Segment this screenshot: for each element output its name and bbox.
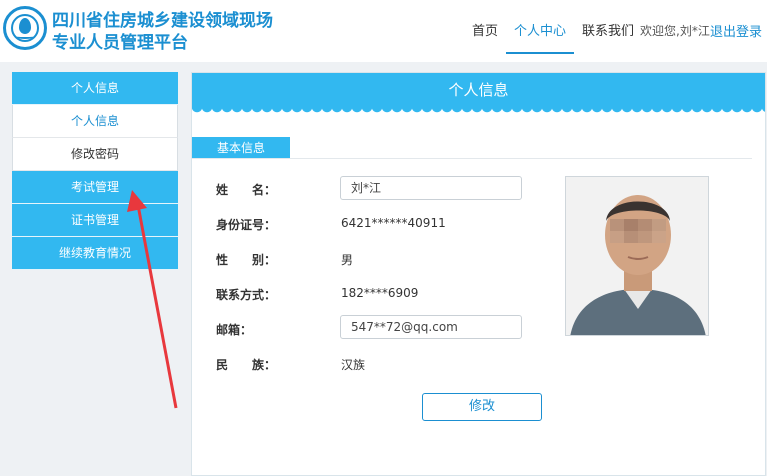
sidebar-item-personal-info[interactable]: 个人信息 — [12, 105, 178, 138]
name-label: 姓 名： — [216, 183, 277, 197]
site-title: 四川省住房城乡建设领域现场 专业人员管理平台 — [52, 10, 273, 54]
section-divider — [192, 158, 752, 159]
welcome-text: 欢迎您,刘*江 — [640, 24, 710, 38]
top-header: 四川省住房城乡建设领域现场 专业人员管理平台 首页 个人中心 联系我们 欢迎您,… — [0, 0, 767, 62]
name-field[interactable]: 刘*江 — [340, 176, 522, 200]
sidebar-group-personal-info[interactable]: 个人信息 — [12, 72, 178, 105]
phone-label: 联系方式： — [216, 288, 277, 302]
site-title-line2: 专业人员管理平台 — [52, 33, 188, 53]
sidebar: 个人信息 个人信息 修改密码 考试管理 证书管理 继续教育情况 — [12, 72, 178, 270]
logout-link[interactable]: 退出登录 — [710, 21, 762, 40]
sidebar-item-change-password[interactable]: 修改密码 — [12, 138, 178, 171]
email-label: 邮箱： — [216, 323, 253, 337]
emblem-icon — [3, 6, 47, 50]
id-number-value: 6421******40911 — [341, 216, 446, 230]
nav-home[interactable]: 首页 — [472, 20, 498, 39]
edit-button[interactable]: 修改 — [422, 393, 542, 421]
site-title-line1: 四川省住房城乡建设领域现场 — [52, 11, 273, 31]
panel-title-scallop — [192, 107, 765, 115]
personal-info-panel: 个人信息 基本信息 姓 名： 刘*江 身份证号： 6421******40911… — [191, 72, 766, 476]
ethnicity-value: 汉族 — [341, 358, 366, 372]
nav-personal-center[interactable]: 个人中心 — [514, 20, 566, 39]
id-number-label: 身份证号： — [216, 218, 277, 232]
phone-value: 182****6909 — [341, 286, 419, 300]
id-photo — [565, 176, 709, 336]
email-field[interactable]: 547**72@qq.com — [340, 315, 522, 339]
sidebar-group-exam-management[interactable]: 考试管理 — [12, 171, 178, 204]
nav-contact-us[interactable]: 联系我们 — [582, 20, 634, 39]
sidebar-group-continuing-education[interactable]: 继续教育情况 — [12, 237, 178, 270]
sidebar-group-certificate-management[interactable]: 证书管理 — [12, 204, 178, 237]
nav-active-indicator — [506, 52, 574, 54]
ethnicity-label: 民 族： — [216, 358, 277, 372]
panel-title: 个人信息 — [192, 73, 765, 107]
section-basic-info: 基本信息 — [192, 137, 290, 159]
gender-label: 性 别： — [216, 253, 277, 267]
gender-value: 男 — [341, 253, 354, 267]
